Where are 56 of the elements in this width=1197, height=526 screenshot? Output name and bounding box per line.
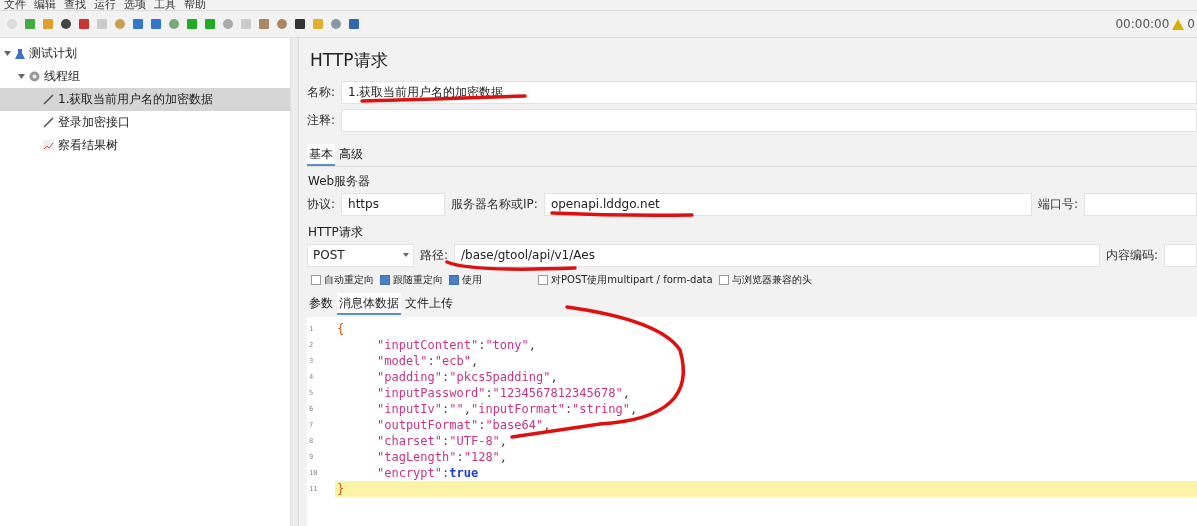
group-title: Web服务器 xyxy=(307,173,372,190)
tab[interactable]: 基本 xyxy=(307,144,335,166)
checkbox[interactable]: 跟随重定向 xyxy=(380,273,443,287)
menu-item[interactable]: 工具 xyxy=(154,0,176,10)
path-field[interactable]: /base/gtool/api/v1/Aes xyxy=(454,243,1101,267)
tree-item[interactable]: 线程组 xyxy=(0,65,290,88)
checkbox[interactable]: 对POST使用multipart / form-data xyxy=(538,273,713,287)
field-label: 协议: xyxy=(307,195,336,213)
flask-icon xyxy=(15,48,25,59)
checkbox[interactable]: 与浏览器兼容的头 xyxy=(718,273,812,287)
chevron-down-icon[interactable] xyxy=(4,50,11,57)
checkbox[interactable]: 使用 xyxy=(449,273,482,287)
code-line: "charset":"UTF-8", xyxy=(376,434,508,448)
caret-icon xyxy=(403,253,409,257)
code-line: "model":"ecb", xyxy=(376,354,479,368)
tab[interactable]: 消息体数据 xyxy=(337,293,401,315)
code-line: "padding":"pkcs5padding", xyxy=(376,370,558,384)
tree-item[interactable]: 测试计划 xyxy=(0,42,290,65)
code-line: "inputContent":"tony", xyxy=(376,338,536,352)
pencil-icon xyxy=(43,94,54,105)
code-line: "outputFormat":"base64", xyxy=(376,418,551,432)
panel-title: HTTP请求 xyxy=(309,49,389,72)
code-editor[interactable] xyxy=(307,317,1197,526)
comment-field[interactable] xyxy=(341,108,1197,132)
tab[interactable]: 参数 xyxy=(307,293,335,315)
code-line: "encrypt":true xyxy=(376,466,479,480)
chevron-down-icon[interactable] xyxy=(18,73,25,80)
code-line: "tagLength":"128", xyxy=(376,450,508,464)
encoding-field[interactable] xyxy=(1164,243,1197,267)
field-label: 注释: xyxy=(307,111,336,129)
tree-item[interactable]: 1.获取当前用户名的加密数据 xyxy=(0,88,290,111)
field-label: 服务器名称或IP: xyxy=(451,195,538,213)
timer: 00:00:00 xyxy=(1115,17,1170,31)
field-label: 路径: xyxy=(420,246,449,264)
pencil-icon xyxy=(43,117,54,128)
protocol-field[interactable]: https xyxy=(341,192,446,216)
warning-icon[interactable] xyxy=(1172,18,1185,30)
port-field[interactable] xyxy=(1083,192,1197,216)
code-line: "inputPassword":"1234567812345678", xyxy=(376,386,630,400)
code-line: } xyxy=(337,482,345,496)
warning-count: 0 xyxy=(1187,17,1195,31)
code-line: "inputIv":"","inputFormat":"string", xyxy=(376,402,638,416)
method-dropdown[interactable]: POST xyxy=(307,243,414,267)
chart-icon xyxy=(43,140,54,151)
code-line: { xyxy=(337,322,345,336)
tree-item[interactable]: 登录加密接口 xyxy=(0,111,290,134)
checkbox[interactable]: 自动重定向 xyxy=(311,273,374,287)
tab[interactable]: 文件上传 xyxy=(403,293,455,315)
field-label: 端口号: xyxy=(1037,195,1078,213)
field-label: 名称: xyxy=(307,83,336,101)
gear-icon xyxy=(29,71,40,82)
tab[interactable]: 高级 xyxy=(337,144,365,166)
field-label: 内容编码: xyxy=(1106,246,1159,264)
tree-item[interactable]: 察看结果树 xyxy=(0,134,290,157)
server-field[interactable]: openapi.lddgo.net xyxy=(543,192,1032,216)
group-title: HTTP请求 xyxy=(307,224,364,241)
